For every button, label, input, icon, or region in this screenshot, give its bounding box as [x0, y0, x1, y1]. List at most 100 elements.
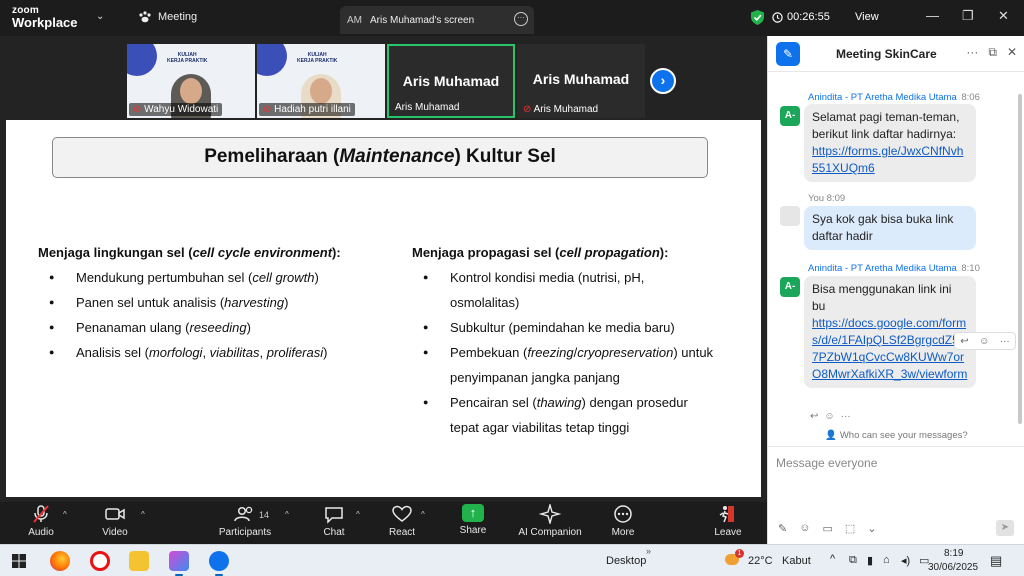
firefox-icon[interactable]: [50, 551, 70, 571]
avatar[interactable]: A-: [780, 277, 800, 297]
participant-tile[interactable]: Aris Muhamad ⊘ Aris Muhamad: [517, 44, 645, 118]
mic-muted-icon: ⊘: [133, 104, 142, 115]
reply-icon[interactable]: ↩: [810, 411, 818, 422]
mic-muted-icon: ⊘: [523, 104, 532, 115]
notification-icon[interactable]: ▤: [990, 553, 1002, 569]
share-button[interactable]: ↑ Share: [438, 504, 508, 536]
video-camera-icon: [105, 508, 125, 520]
clock-time[interactable]: 8:19: [944, 548, 963, 559]
message-sender: Anindita - PT Aretha Medika Utama 8:06: [808, 92, 980, 103]
heart-icon: [392, 505, 412, 522]
screenshot-icon[interactable]: ⬚: [845, 522, 855, 535]
emoji-icon[interactable]: ☺: [799, 522, 810, 535]
more-button[interactable]: More: [588, 504, 658, 538]
chat-label: Chat: [323, 527, 345, 538]
clock-date[interactable]: 30/06/2025: [928, 562, 978, 573]
slide-left-column: Menjaga lingkungan sel (cell cycle envir…: [38, 240, 341, 365]
close-icon[interactable]: ✕: [1007, 45, 1017, 60]
microphone-icon[interactable]: ▮: [867, 554, 873, 567]
desktop-label[interactable]: Desktop: [606, 555, 646, 567]
microsoft-365-icon[interactable]: [169, 551, 189, 576]
participant-tile[interactable]: KULIAH KERJA PRAKTIK ⊘ Hadiah putri illan…: [257, 44, 385, 118]
slide-title: Pemeliharaan (Maintenance) Kultur Sel: [52, 137, 708, 178]
volume-icon[interactable]: ◂): [901, 554, 910, 567]
compose-icon[interactable]: ✎: [776, 42, 800, 66]
chat-options-caret-icon[interactable]: ^: [356, 510, 360, 519]
file-icon[interactable]: ▭: [822, 522, 832, 535]
slide-bullet: Pembekuan (freezing/cryopreservation) un…: [412, 340, 713, 390]
avatar[interactable]: [780, 206, 800, 226]
more-options-icon[interactable]: ···: [841, 411, 851, 422]
share-label: Share: [459, 525, 487, 536]
clock-icon: [772, 11, 783, 23]
emoji-icon[interactable]: ☺: [824, 411, 834, 422]
meeting-tab[interactable]: Meeting: [138, 11, 197, 23]
participant-face: [310, 78, 332, 104]
restore-icon[interactable]: ❐: [962, 8, 974, 24]
participants-options-caret-icon[interactable]: ^: [285, 510, 289, 519]
network-icon[interactable]: ⌂: [883, 554, 890, 566]
next-page-icon[interactable]: ›: [650, 68, 676, 94]
participant-name: Aris Muhamad: [395, 102, 460, 113]
participant-tile-active[interactable]: Aris Muhamad Aris Muhamad: [387, 44, 515, 118]
chat-header-actions: ··· ⧉ ✕: [966, 45, 1017, 60]
banner-text: KULIAH KERJA PRAKTIK: [297, 52, 338, 64]
audio-options-caret-icon[interactable]: ^: [63, 510, 67, 519]
participant-name: ⊘ Wahyu Widowati: [129, 103, 223, 116]
avatar[interactable]: A-: [780, 106, 800, 126]
more-options-icon[interactable]: ···: [1000, 336, 1010, 347]
slide-left-heading: Menjaga lingkungan sel (cell cycle envir…: [38, 245, 341, 260]
pop-out-icon[interactable]: ⧉: [988, 45, 997, 60]
screen-share-tab[interactable]: AM Aris Muhamad's screen ···: [340, 6, 534, 34]
reply-icon[interactable]: ↩: [960, 336, 968, 347]
react-options-caret-icon[interactable]: ^: [421, 510, 425, 519]
opera-icon[interactable]: [90, 551, 110, 571]
leave-button[interactable]: Leave: [693, 504, 763, 538]
message-link[interactable]: https://docs.google.com/forms/d/e/1FAIpQ…: [812, 316, 967, 381]
ai-companion-button[interactable]: AI Companion: [510, 504, 590, 538]
chevron-down-icon[interactable]: ⌄: [867, 522, 876, 535]
chevron-up-icon[interactable]: ^: [830, 553, 835, 565]
banner-decoration: [127, 44, 157, 76]
shared-screen-slide: Pemeliharaan (Maintenance) Kultur Sel Me…: [6, 120, 761, 497]
share-arrow-icon: ↑: [462, 504, 484, 522]
slide-bullet: Pencairan sel (thawing) dengan prosedurt…: [412, 390, 713, 440]
more-options-icon[interactable]: ···: [966, 45, 978, 60]
windows-start-icon[interactable]: [12, 554, 26, 568]
view-button[interactable]: View: [855, 11, 879, 23]
message-sender: Anindita - PT Aretha Medika Utama 8:10: [808, 263, 980, 274]
who-can-see-link[interactable]: 👤 Who can see your messages?: [768, 430, 1024, 441]
divider: [768, 446, 1024, 447]
message-actions: ↩ ☺ ···: [954, 332, 1016, 350]
message-reactions: ↩ ☺ ···: [810, 411, 851, 422]
leave-door-icon: [719, 506, 734, 523]
video-options-caret-icon[interactable]: ^: [141, 510, 145, 519]
send-icon[interactable]: ➤: [996, 520, 1014, 536]
chat-scrollbar[interactable]: [1018, 94, 1022, 424]
close-icon[interactable]: ✕: [998, 8, 1009, 24]
participant-tile[interactable]: KULIAH KERJA PRAKTIK ⊘ Wahyu Widowati: [127, 44, 255, 118]
chevron-down-icon[interactable]: ⌄: [96, 11, 104, 22]
participants-icon: [234, 506, 253, 522]
message-bubble: Selamat pagi teman-teman, berikut link d…: [804, 104, 976, 182]
shield-check-icon[interactable]: [751, 10, 764, 25]
zoom-app-icon[interactable]: [209, 551, 229, 576]
message-link[interactable]: https://forms.gle/JwxCNfNvh551XUQm6: [812, 144, 963, 175]
format-icon[interactable]: ✎: [778, 522, 787, 535]
file-explorer-icon[interactable]: [129, 551, 149, 571]
chevron-right-icon[interactable]: »: [646, 546, 651, 556]
message-input[interactable]: Message everyone: [776, 456, 877, 470]
more-options-icon[interactable]: ···: [514, 12, 528, 26]
mic-muted-icon: [33, 505, 49, 523]
participants-button[interactable]: Participants: [210, 504, 280, 538]
minimize-icon[interactable]: —: [926, 8, 939, 23]
emoji-icon[interactable]: ☺: [979, 336, 989, 347]
message-sender: You 8:09: [808, 193, 846, 204]
react-button[interactable]: React: [367, 504, 437, 538]
device-icon[interactable]: ⧉: [849, 554, 857, 567]
slide-bullet: Mendukung pertumbuhan sel (cell growth): [38, 265, 341, 290]
ai-companion-label: AI Companion: [518, 527, 582, 538]
video-button[interactable]: Video: [80, 504, 150, 538]
message-bubble: Bisa menggunakan link ini bu https://doc…: [804, 276, 976, 388]
banner-text: KULIAH KERJA PRAKTIK: [167, 52, 208, 64]
